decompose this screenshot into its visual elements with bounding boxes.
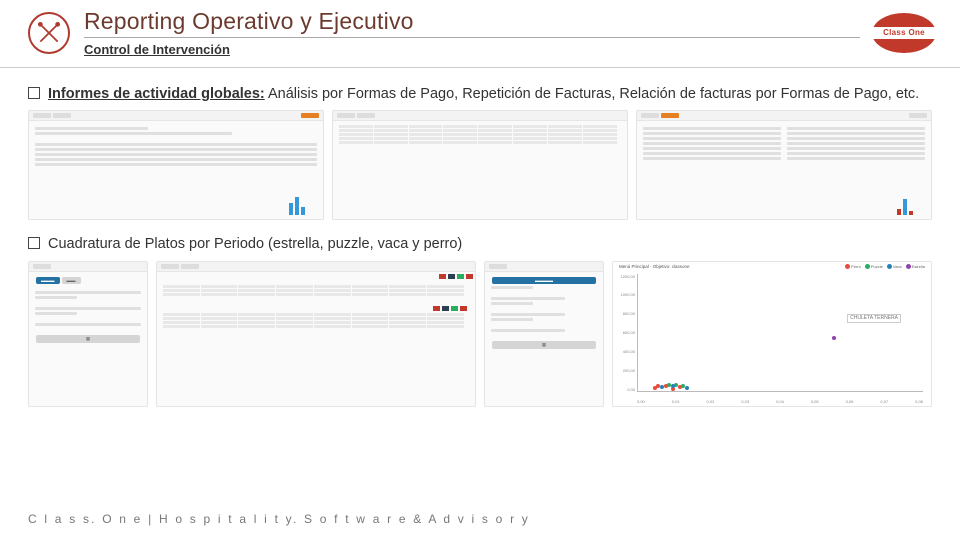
header-divider bbox=[0, 67, 960, 68]
report-thumb-invoice-repeat bbox=[332, 110, 628, 220]
bullet-item: Cuadratura de Platos por Periodo (estrel… bbox=[28, 234, 932, 254]
report-thumb-invoice-by-payment bbox=[636, 110, 932, 220]
thumbnail-row-reports bbox=[28, 110, 932, 220]
panel-scatter-chart: Menú Principal · Objetivo: classone Perr… bbox=[612, 261, 932, 407]
thumbnail-row-dishes: ▬▬▬▬▬ ▦ bbox=[28, 261, 932, 407]
slide-header: Reporting Operativo y Ejecutivo Control … bbox=[0, 0, 960, 61]
bullet-text: Informes de actividad globales: Análisis… bbox=[48, 84, 919, 104]
brand-emblem-icon bbox=[28, 12, 70, 54]
footer-brand: C l a s s. O n e | H o s p i t a l i t y… bbox=[28, 512, 530, 526]
report-thumb-payment-analysis bbox=[28, 110, 324, 220]
bullet-text: Cuadratura de Platos por Periodo (estrel… bbox=[48, 234, 462, 254]
brand-logo: Class One bbox=[872, 13, 936, 53]
panel-filters-right: ▬▬▬▬ ▦ bbox=[484, 261, 604, 407]
panel-dish-table bbox=[156, 261, 476, 407]
brand-logo-text: Class One bbox=[872, 27, 936, 39]
checkbox-icon bbox=[28, 87, 40, 99]
chart-annotation: CHULETA TERNERA bbox=[847, 314, 901, 323]
checkbox-icon bbox=[28, 237, 40, 249]
page-title: Reporting Operativo y Ejecutivo bbox=[84, 8, 860, 38]
panel-filters-left: ▬▬▬▬▬ ▦ bbox=[28, 261, 148, 407]
bullet-item: Informes de actividad globales: Análisis… bbox=[28, 84, 932, 104]
page-subtitle: Control de Intervención bbox=[84, 42, 860, 57]
